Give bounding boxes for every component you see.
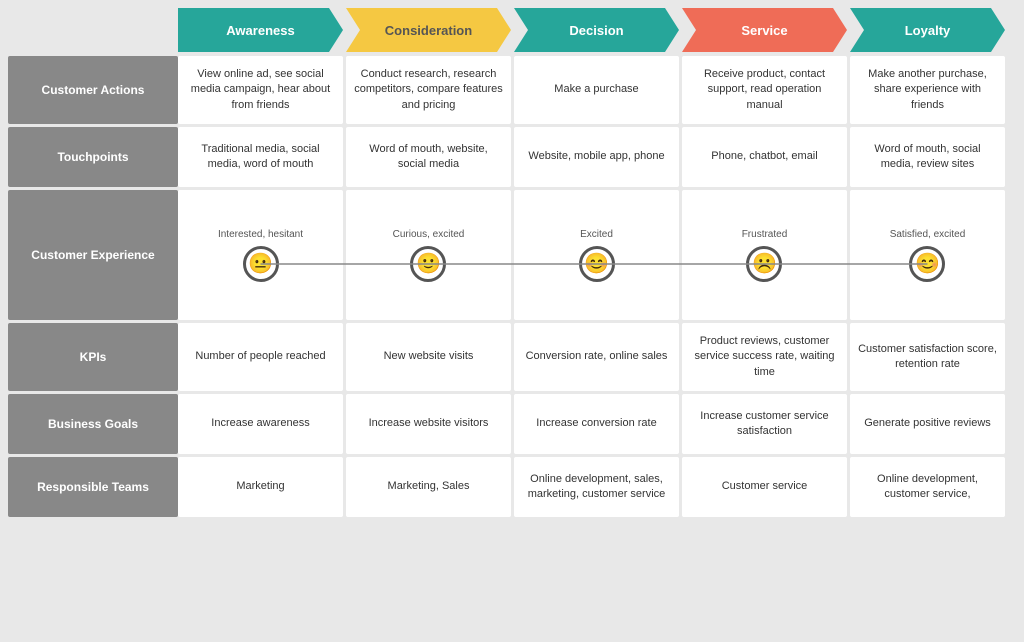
phase-label-consideration: Consideration bbox=[385, 23, 472, 38]
column-decision: Make a purchase Website, mobile app, pho… bbox=[514, 56, 679, 634]
service-customer-actions: Receive product, contact support, read o… bbox=[682, 56, 847, 124]
service-responsible-teams: Customer service bbox=[682, 457, 847, 517]
loyalty-experience: Satisfied, excited 😊 bbox=[850, 190, 1005, 320]
sidebar-business-goals: Business Goals bbox=[8, 394, 178, 454]
content-area: Customer Actions Touchpoints Customer Ex… bbox=[8, 56, 1016, 634]
sidebar-touchpoints: Touchpoints bbox=[8, 127, 178, 187]
service-emotion-text: Frustrated bbox=[742, 228, 788, 242]
decision-customer-actions: Make a purchase bbox=[514, 56, 679, 124]
decision-smiley: 😊 bbox=[579, 246, 615, 282]
sidebar-responsible-teams: Responsible Teams bbox=[8, 457, 178, 517]
phase-label-loyalty: Loyalty bbox=[905, 23, 951, 38]
decision-kpis: Conversion rate, online sales bbox=[514, 323, 679, 391]
phase-label-decision: Decision bbox=[569, 23, 623, 38]
loyalty-customer-actions: Make another purchase, share experience … bbox=[850, 56, 1005, 124]
sidebar-kpis: KPIs bbox=[8, 323, 178, 391]
service-smiley: ☹️ bbox=[746, 246, 782, 282]
sidebar-customer-experience: Customer Experience bbox=[8, 190, 178, 320]
service-kpis: Product reviews, customer service succes… bbox=[682, 323, 847, 391]
decision-emotion-text: Excited bbox=[580, 228, 613, 242]
phase-label-service: Service bbox=[741, 23, 787, 38]
awareness-emotion-text: Interested, hesitant bbox=[218, 228, 303, 242]
sidebar: Customer Actions Touchpoints Customer Ex… bbox=[8, 56, 178, 634]
decision-experience: Excited 😊 bbox=[514, 190, 679, 320]
consideration-business-goals: Increase website visitors bbox=[346, 394, 511, 454]
column-consideration: Conduct research, research competitors, … bbox=[346, 56, 511, 634]
column-service: Receive product, contact support, read o… bbox=[682, 56, 847, 634]
consideration-customer-actions: Conduct research, research competitors, … bbox=[346, 56, 511, 124]
loyalty-kpis: Customer satisfaction score, retention r… bbox=[850, 323, 1005, 391]
service-experience: Frustrated ☹️ bbox=[682, 190, 847, 320]
consideration-kpis: New website visits bbox=[346, 323, 511, 391]
consideration-emotion-container: Curious, excited 🙂 bbox=[393, 196, 465, 314]
awareness-customer-actions: View online ad, see social media campaig… bbox=[178, 56, 343, 124]
decision-touchpoints: Website, mobile app, phone bbox=[514, 127, 679, 187]
phase-header-loyalty: Loyalty bbox=[850, 8, 1005, 52]
awareness-experience: Interested, hesitant 😐 bbox=[178, 190, 343, 320]
phase-header-service: Service bbox=[682, 8, 847, 52]
phase-header-awareness: Awareness bbox=[178, 8, 343, 52]
loyalty-touchpoints: Word of mouth, social media, review site… bbox=[850, 127, 1005, 187]
sidebar-customer-actions: Customer Actions bbox=[8, 56, 178, 124]
column-loyalty: Make another purchase, share experience … bbox=[850, 56, 1005, 634]
column-awareness: View online ad, see social media campaig… bbox=[178, 56, 343, 634]
header-row: Awareness Consideration Decision Service… bbox=[178, 8, 1016, 52]
consideration-experience: Curious, excited 🙂 bbox=[346, 190, 511, 320]
loyalty-emotion-text: Satisfied, excited bbox=[890, 228, 966, 242]
phase-header-decision: Decision bbox=[514, 8, 679, 52]
awareness-responsible-teams: Marketing bbox=[178, 457, 343, 517]
consideration-touchpoints: Word of mouth, website, social media bbox=[346, 127, 511, 187]
decision-business-goals: Increase conversion rate bbox=[514, 394, 679, 454]
awareness-touchpoints: Traditional media, social media, word of… bbox=[178, 127, 343, 187]
loyalty-smiley: 😊 bbox=[909, 246, 945, 282]
service-emotion-container: Frustrated ☹️ bbox=[742, 196, 788, 314]
phase-header-consideration: Consideration bbox=[346, 8, 511, 52]
awareness-business-goals: Increase awareness bbox=[178, 394, 343, 454]
consideration-emotion-text: Curious, excited bbox=[393, 228, 465, 242]
loyalty-business-goals: Generate positive reviews bbox=[850, 394, 1005, 454]
columns-area: View online ad, see social media campaig… bbox=[178, 56, 1016, 634]
main-container: Awareness Consideration Decision Service… bbox=[0, 0, 1024, 642]
awareness-emotion-container: Interested, hesitant 😐 bbox=[218, 196, 303, 314]
loyalty-emotion-container: Satisfied, excited 😊 bbox=[890, 196, 966, 314]
decision-responsible-teams: Online development, sales, marketing, cu… bbox=[514, 457, 679, 517]
consideration-smiley: 🙂 bbox=[410, 246, 446, 282]
awareness-smiley: 😐 bbox=[243, 246, 279, 282]
decision-emotion-container: Excited 😊 bbox=[579, 196, 615, 314]
awareness-kpis: Number of people reached bbox=[178, 323, 343, 391]
loyalty-responsible-teams: Online development, customer service, bbox=[850, 457, 1005, 517]
service-touchpoints: Phone, chatbot, email bbox=[682, 127, 847, 187]
consideration-responsible-teams: Marketing, Sales bbox=[346, 457, 511, 517]
service-business-goals: Increase customer service satisfaction bbox=[682, 394, 847, 454]
phase-label-awareness: Awareness bbox=[226, 23, 294, 38]
